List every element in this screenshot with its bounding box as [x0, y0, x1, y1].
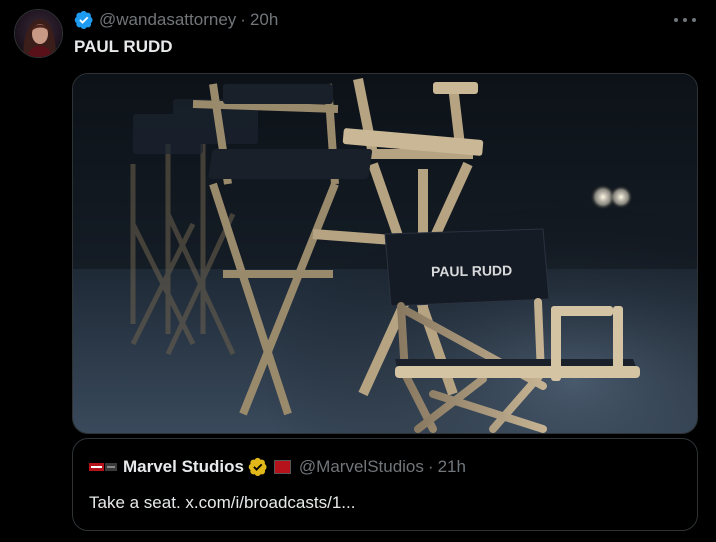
quoted-author-name[interactable]: Marvel Studios: [123, 457, 244, 477]
post-media-image[interactable]: PAUL RUDD: [72, 73, 698, 434]
quoted-post[interactable]: Marvel Studios @MarvelStudios · 21h Take…: [72, 438, 698, 531]
separator-dot: ·: [240, 10, 246, 29]
quoted-post-header: Marvel Studios @MarvelStudios · 21h: [89, 456, 466, 478]
avatar-image: [15, 10, 62, 57]
quoted-post-text: Take a seat. x.com/i/broadcasts/1...: [89, 493, 356, 512]
marvel-affiliate-badge-icon: [273, 460, 291, 474]
post-header: @wandasattorney · 20h: [74, 9, 278, 31]
post-text: PAUL RUDD: [74, 37, 173, 56]
quoted-author-handle[interactable]: @MarvelStudios: [299, 457, 424, 477]
gold-verified-badge-icon: [248, 457, 267, 476]
chair-label: PAUL RUDD: [431, 262, 512, 279]
verified-badge-icon: [74, 10, 93, 29]
separator-dot: ·: [427, 457, 434, 476]
author-handle[interactable]: @wandasattorney: [99, 10, 236, 30]
post-time[interactable]: 20h: [250, 10, 278, 30]
more-dots-icon[interactable]: [674, 10, 696, 30]
marvel-studios-logo-icon: [89, 461, 117, 473]
avatar[interactable]: [14, 9, 63, 58]
quoted-post-time[interactable]: 21h: [438, 457, 466, 477]
directors-chairs-photo: PAUL RUDD: [73, 74, 697, 433]
